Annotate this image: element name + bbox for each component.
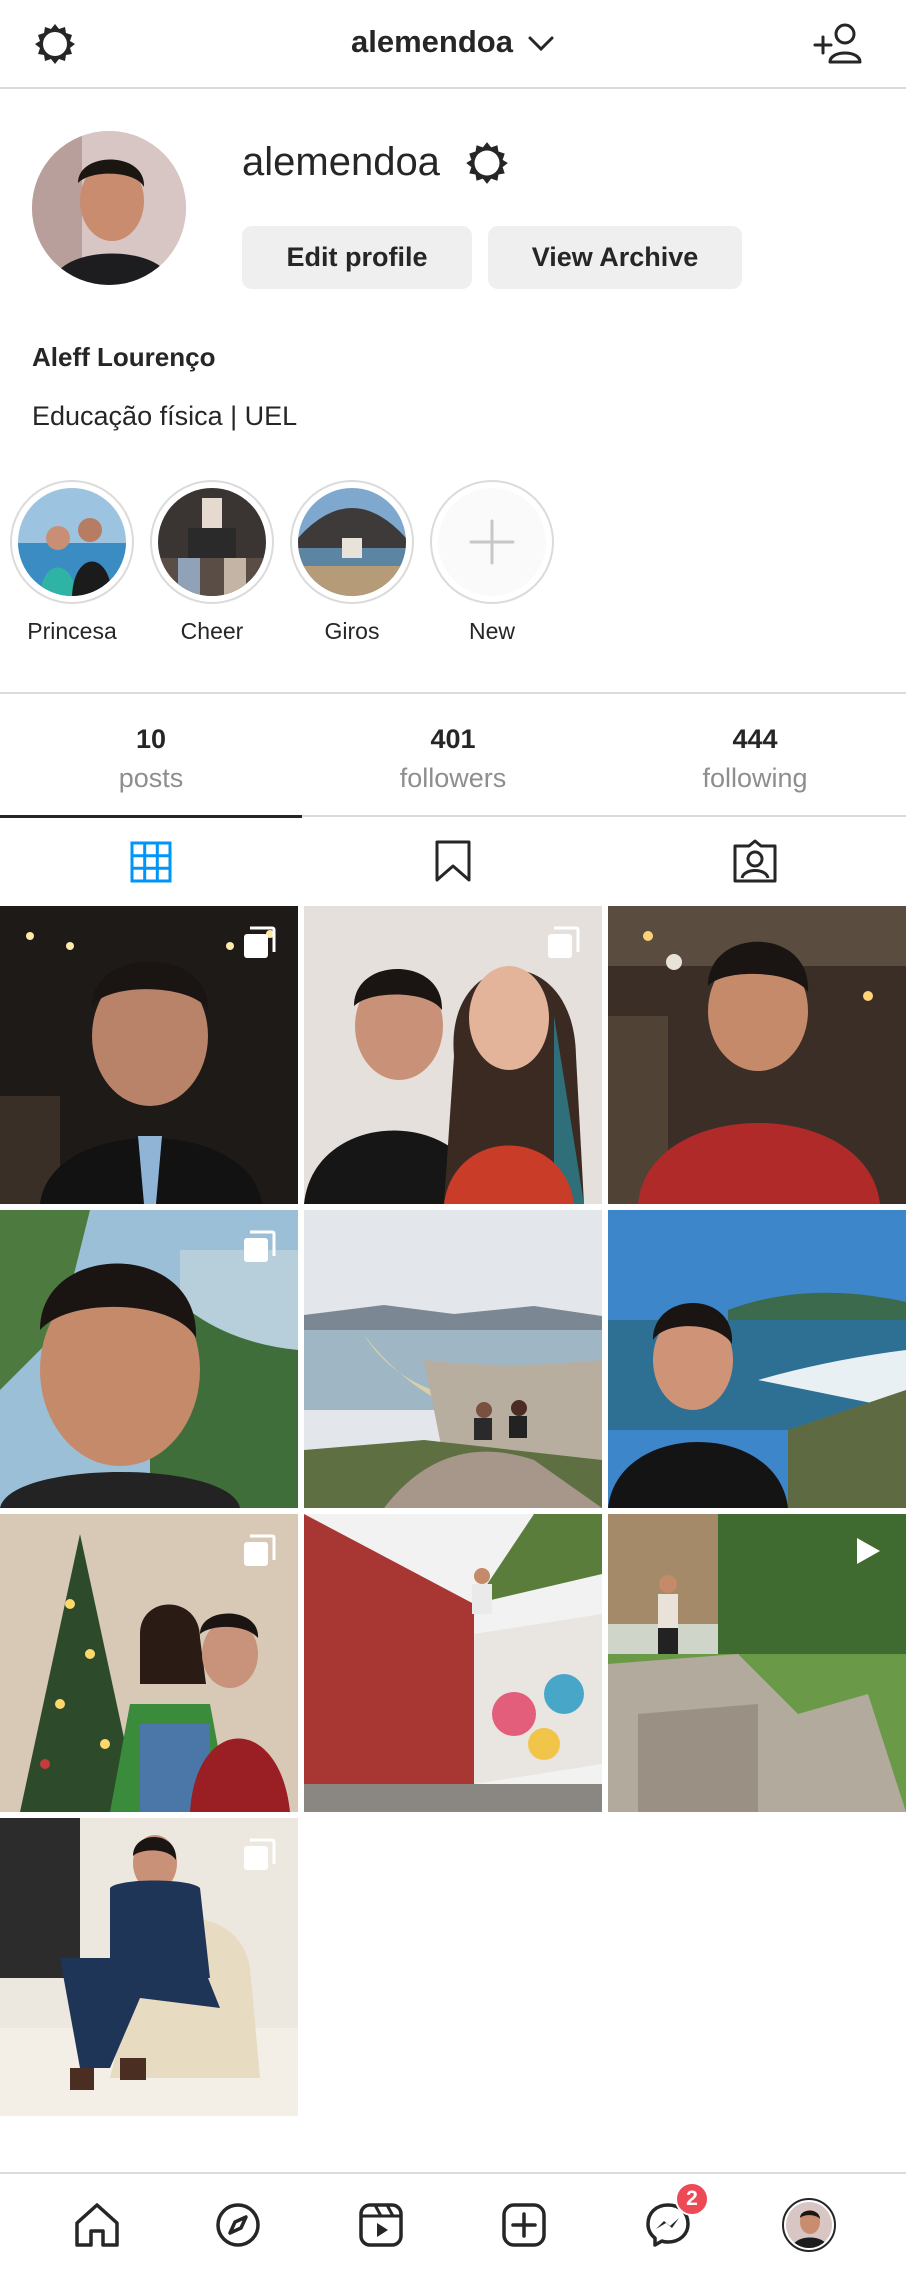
following-count[interactable]: 444 following (604, 694, 906, 815)
account-switcher[interactable]: alemendoa (0, 24, 906, 60)
bookmark-icon (435, 840, 471, 882)
highlight-ring (10, 480, 134, 604)
post-image (608, 1210, 906, 1508)
highlight-ring (150, 480, 274, 604)
post-thumbnail[interactable] (0, 906, 298, 1204)
nav-home[interactable] (70, 2198, 124, 2252)
highlight-cheer[interactable]: Cheer (150, 480, 274, 645)
highlight-cover (298, 488, 406, 596)
plus-icon (438, 488, 546, 596)
bottom-navigation: 2 (0, 2172, 906, 2274)
chevron-down-icon (528, 36, 554, 51)
stat-label: followers (399, 763, 507, 793)
explore-icon (216, 2203, 260, 2247)
new-highlight-button[interactable]: New (430, 480, 554, 645)
nav-new-post[interactable] (497, 2198, 551, 2252)
highlight-princesa[interactable]: Princesa (10, 480, 134, 645)
highlight-ring (290, 480, 414, 604)
highlight-label: Princesa (27, 618, 117, 644)
posts-count: 10 posts (0, 694, 302, 815)
bio: Educação física | UEL (32, 401, 298, 431)
post-thumbnail[interactable] (0, 1514, 298, 1812)
home-icon (75, 2203, 119, 2247)
full-name: Aleff Lourenço (32, 342, 216, 372)
highlight-cover (18, 488, 126, 596)
tagged-icon (733, 839, 777, 883)
post-thumbnail[interactable] (304, 906, 602, 1204)
post-image (304, 1210, 602, 1508)
nav-profile[interactable] (782, 2198, 836, 2252)
top-bar: alemendoa (0, 0, 906, 89)
nav-messenger[interactable]: 2 (641, 2182, 709, 2252)
highlight-label: Giros (324, 618, 380, 644)
highlight-label: Cheer (180, 618, 244, 644)
carousel-icon (244, 1838, 276, 1870)
stat-value: 444 (732, 724, 778, 754)
post-image (304, 1514, 602, 1812)
avatar-photo (32, 131, 186, 285)
nav-explore[interactable] (211, 2198, 265, 2252)
carousel-icon (548, 926, 580, 958)
grid-icon (130, 841, 172, 882)
tab-saved[interactable] (302, 817, 604, 905)
post-thumbnail[interactable] (608, 1514, 906, 1812)
carousel-icon (244, 1230, 276, 1262)
post-thumbnail[interactable] (0, 1818, 298, 2116)
profile-stats: 10 posts 401 followers 444 following (0, 692, 906, 817)
profile-username: alemendoa (242, 140, 440, 184)
carousel-icon (244, 1534, 276, 1566)
messages-badge: 2 (675, 2182, 709, 2216)
tab-tagged[interactable] (604, 817, 906, 905)
stat-label: following (702, 763, 808, 793)
post-thumbnail[interactable] (304, 1514, 602, 1812)
video-icon (857, 1538, 880, 1564)
stat-value: 10 (135, 724, 167, 754)
nav-reels[interactable] (354, 2198, 408, 2252)
highlight-label: New (468, 618, 515, 644)
post-thumbnail[interactable] (304, 1210, 602, 1508)
tab-posts-grid[interactable] (0, 815, 302, 905)
highlight-giros[interactable]: Giros (290, 480, 414, 645)
new-post-icon (502, 2203, 546, 2247)
header-username: alemendoa (351, 24, 513, 59)
highlight-cover (158, 488, 266, 596)
post-image (608, 906, 906, 1204)
edit-profile-button[interactable]: Edit profile (242, 226, 472, 289)
stat-value: 401 (430, 724, 476, 754)
followers-count[interactable]: 401 followers (302, 694, 604, 815)
profile-avatar (782, 2198, 836, 2252)
view-archive-button[interactable]: View Archive (488, 226, 742, 289)
stat-label: posts (118, 763, 184, 793)
post-thumbnail[interactable] (0, 1210, 298, 1508)
post-thumbnail[interactable] (608, 906, 906, 1204)
post-thumbnail[interactable] (608, 1210, 906, 1508)
add-user-icon[interactable] (812, 20, 866, 68)
carousel-icon (244, 926, 276, 958)
gear-icon[interactable] (462, 138, 512, 188)
highlight-ring (430, 480, 554, 604)
reels-icon (359, 2203, 403, 2247)
profile-avatar[interactable] (32, 131, 186, 285)
profile-tabs (0, 815, 906, 905)
